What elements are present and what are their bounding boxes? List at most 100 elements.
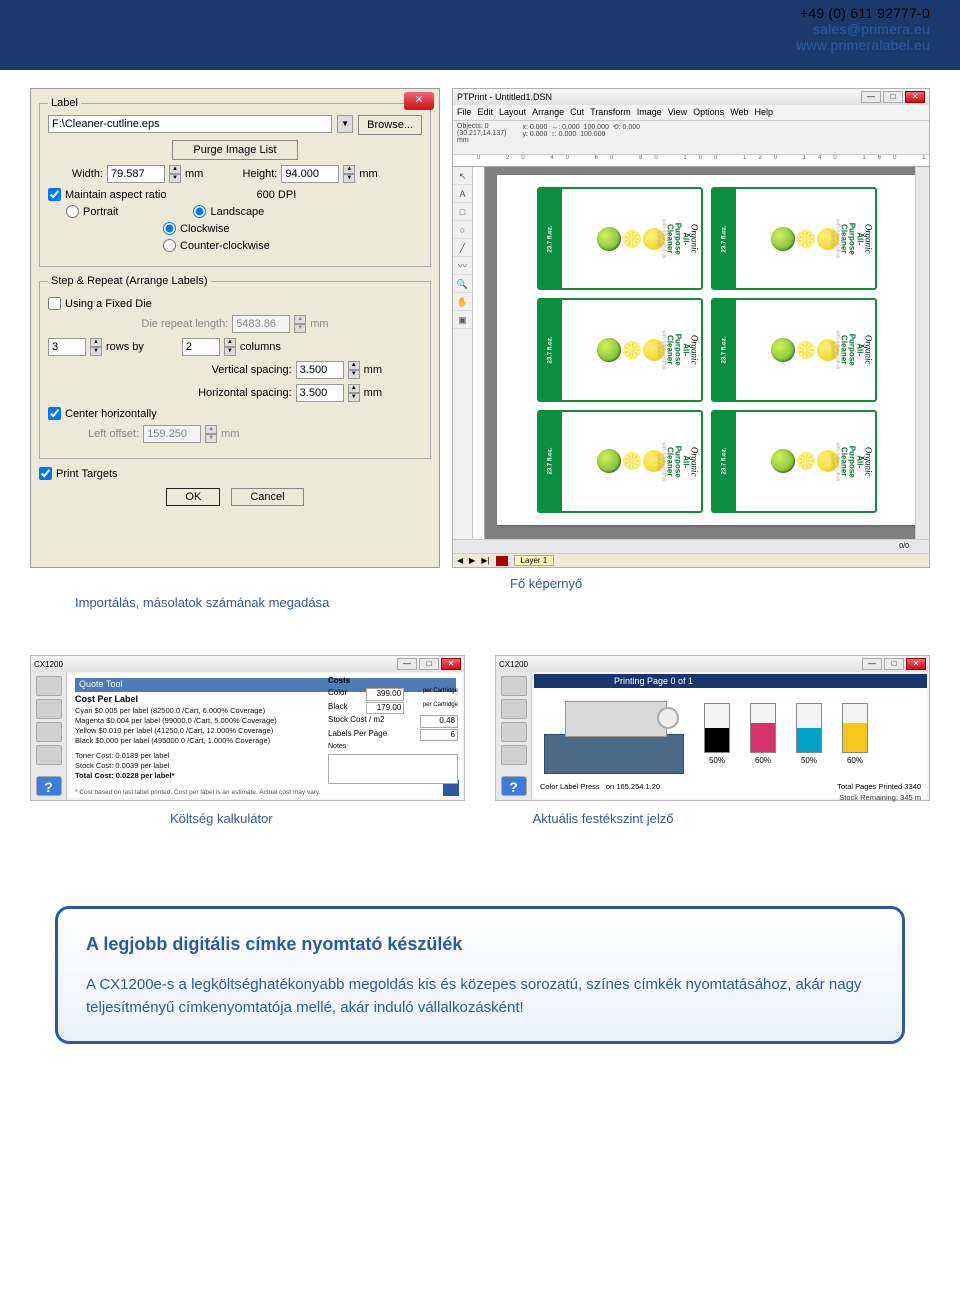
unit-mm: mm	[364, 387, 382, 399]
hspace-input[interactable]	[296, 384, 344, 402]
sidebar-icon[interactable]	[36, 676, 62, 696]
dropdown-arrow-icon[interactable]: ▼	[337, 115, 353, 133]
help-icon[interactable]: ?	[501, 776, 527, 796]
menu-view[interactable]: View	[668, 107, 687, 117]
scrollbar-h[interactable]: 0/0	[453, 539, 929, 553]
line-tool-icon[interactable]: ╱	[453, 239, 472, 257]
sidebar-icon[interactable]	[36, 745, 62, 765]
maximize-icon[interactable]: □	[419, 658, 439, 670]
tool-palette[interactable]: ↖ A □ ○ ╱ 〰 🔍 ✋ ▣	[453, 167, 473, 539]
hspace-spinner[interactable]: ▲▼	[348, 384, 360, 402]
layer-bar[interactable]: ◀▶▶| Layer 1	[453, 553, 929, 567]
hand-tool-icon[interactable]: ✋	[453, 293, 472, 311]
menu-arrange[interactable]: Arrange	[532, 107, 564, 117]
width-label: Width:	[48, 168, 103, 180]
portrait-radio[interactable]	[66, 205, 79, 218]
menu-image[interactable]: Image	[637, 107, 662, 117]
object-info: Objects: 0(30.217,14.137)mm	[457, 123, 506, 144]
scrollbar-v[interactable]	[915, 167, 929, 539]
minimize-icon[interactable]: —	[862, 658, 882, 670]
fill-tool-icon[interactable]: ▣	[453, 311, 472, 329]
vspace-spinner[interactable]: ▲▼	[348, 361, 360, 379]
menu-transform[interactable]: Transform	[590, 107, 631, 117]
maximize-icon[interactable]: □	[883, 91, 903, 103]
maximize-icon[interactable]: □	[884, 658, 904, 670]
width-spinner[interactable]: ▲▼	[169, 165, 181, 183]
layer-name[interactable]: Layer 1	[514, 555, 555, 566]
ok-button[interactable]: OK	[166, 488, 220, 506]
contact-info: +49 (0) 611 92777-0 sales@primera.eu www…	[796, 5, 930, 53]
menu-help[interactable]: Help	[755, 107, 774, 117]
fixed-die-checkbox[interactable]	[48, 297, 61, 310]
close-icon[interactable]: ✕	[404, 92, 434, 110]
black-cost-label: Black	[328, 702, 348, 714]
color-cost-value[interactable]: 399.00	[366, 688, 404, 700]
left-offset-label: Left offset:	[88, 428, 139, 440]
menu-bar[interactable]: File Edit Layout Arrange Cut Transform Image Vi…	[453, 105, 929, 121]
unit-mm: mm	[185, 168, 203, 180]
cost-title: CX1200	[34, 660, 63, 669]
cancel-button[interactable]: Cancel	[231, 488, 303, 506]
minimize-icon[interactable]: —	[861, 91, 881, 103]
sidebar-icon[interactable]	[501, 745, 527, 765]
counter-radio[interactable]	[163, 239, 176, 252]
close-icon[interactable]: ✕	[905, 91, 925, 103]
sidebar-icon[interactable]	[501, 676, 527, 696]
label-preview: 23.7 fl.oz. OrganicAll-Purpose Cleanerwi…	[711, 298, 877, 401]
help-icon[interactable]: ?	[36, 776, 62, 796]
step-repeat-fieldset: Step & Repeat (Arrange Labels) Using a F…	[39, 275, 431, 459]
height-spinner[interactable]: ▲▼	[343, 165, 355, 183]
black-cost-value[interactable]: 179.00	[366, 702, 404, 714]
cols-input[interactable]	[182, 338, 220, 356]
rows-label: rows by	[106, 341, 144, 353]
landscape-radio[interactable]	[193, 205, 206, 218]
clockwise-radio[interactable]	[163, 222, 176, 235]
notes-field[interactable]	[328, 754, 458, 784]
canvas[interactable]: 23.7 fl.oz. OrganicAll-Purpose Cleanerwi…	[485, 167, 915, 539]
cols-spinner[interactable]: ▲▼	[224, 338, 236, 356]
ink-column: 50%	[796, 703, 822, 765]
rows-spinner[interactable]: ▲▼	[90, 338, 102, 356]
stock-m2-label: Stock Cost / m2	[328, 715, 384, 727]
stock-m2-value[interactable]: 0.48	[420, 715, 458, 727]
rows-input[interactable]	[48, 338, 86, 356]
cost-footnote: * Cost based on last label printed. Cost…	[75, 789, 456, 797]
sidebar-icon[interactable]	[501, 699, 527, 719]
unit-mm: mm	[359, 168, 377, 180]
label-preview: 23.7 fl.oz. OrganicAll-Purpose Cleanerwi…	[537, 298, 703, 401]
contact-web: www.primeralabel.eu	[796, 37, 930, 53]
print-targets-checkbox[interactable]	[39, 467, 52, 480]
minimize-icon[interactable]: —	[397, 658, 417, 670]
close-icon[interactable]: ✕	[441, 658, 461, 670]
file-input[interactable]	[48, 115, 332, 133]
sidebar-icon[interactable]	[501, 722, 527, 742]
curve-tool-icon[interactable]: 〰	[453, 257, 472, 275]
menu-cut[interactable]: Cut	[570, 107, 584, 117]
print-targets-label: Print Targets	[56, 468, 118, 480]
menu-web[interactable]: Web	[730, 107, 748, 117]
text-tool-icon[interactable]: A	[453, 185, 472, 203]
maintain-aspect-checkbox[interactable]	[48, 188, 61, 201]
labels-per-page-label: Labels Per Page	[328, 729, 387, 741]
die-repeat-input	[232, 315, 290, 333]
vspace-input[interactable]	[296, 361, 344, 379]
select-tool-icon[interactable]: ↖	[453, 167, 472, 185]
ellipse-tool-icon[interactable]: ○	[453, 221, 472, 239]
shape-tool-icon[interactable]: □	[453, 203, 472, 221]
menu-file[interactable]: File	[457, 107, 472, 117]
menu-layout[interactable]: Layout	[499, 107, 526, 117]
height-input[interactable]	[281, 165, 339, 183]
sidebar-icon[interactable]	[36, 722, 62, 742]
sidebar-icon[interactable]	[36, 699, 62, 719]
purge-button[interactable]: Purge Image List	[172, 140, 297, 160]
zoom-tool-icon[interactable]: 🔍	[453, 275, 472, 293]
menu-options[interactable]: Options	[693, 107, 724, 117]
menu-edit[interactable]: Edit	[478, 107, 494, 117]
labels-per-page-value[interactable]: 6	[420, 729, 458, 741]
center-h-checkbox[interactable]	[48, 407, 61, 420]
contact-email: sales@primera.eu	[796, 21, 930, 37]
summary-heading: A legjobb digitális címke nyomtató készü…	[86, 931, 874, 958]
browse-button[interactable]: Browse...	[358, 115, 422, 135]
close-icon[interactable]: ✕	[906, 658, 926, 670]
width-input[interactable]	[107, 165, 165, 183]
